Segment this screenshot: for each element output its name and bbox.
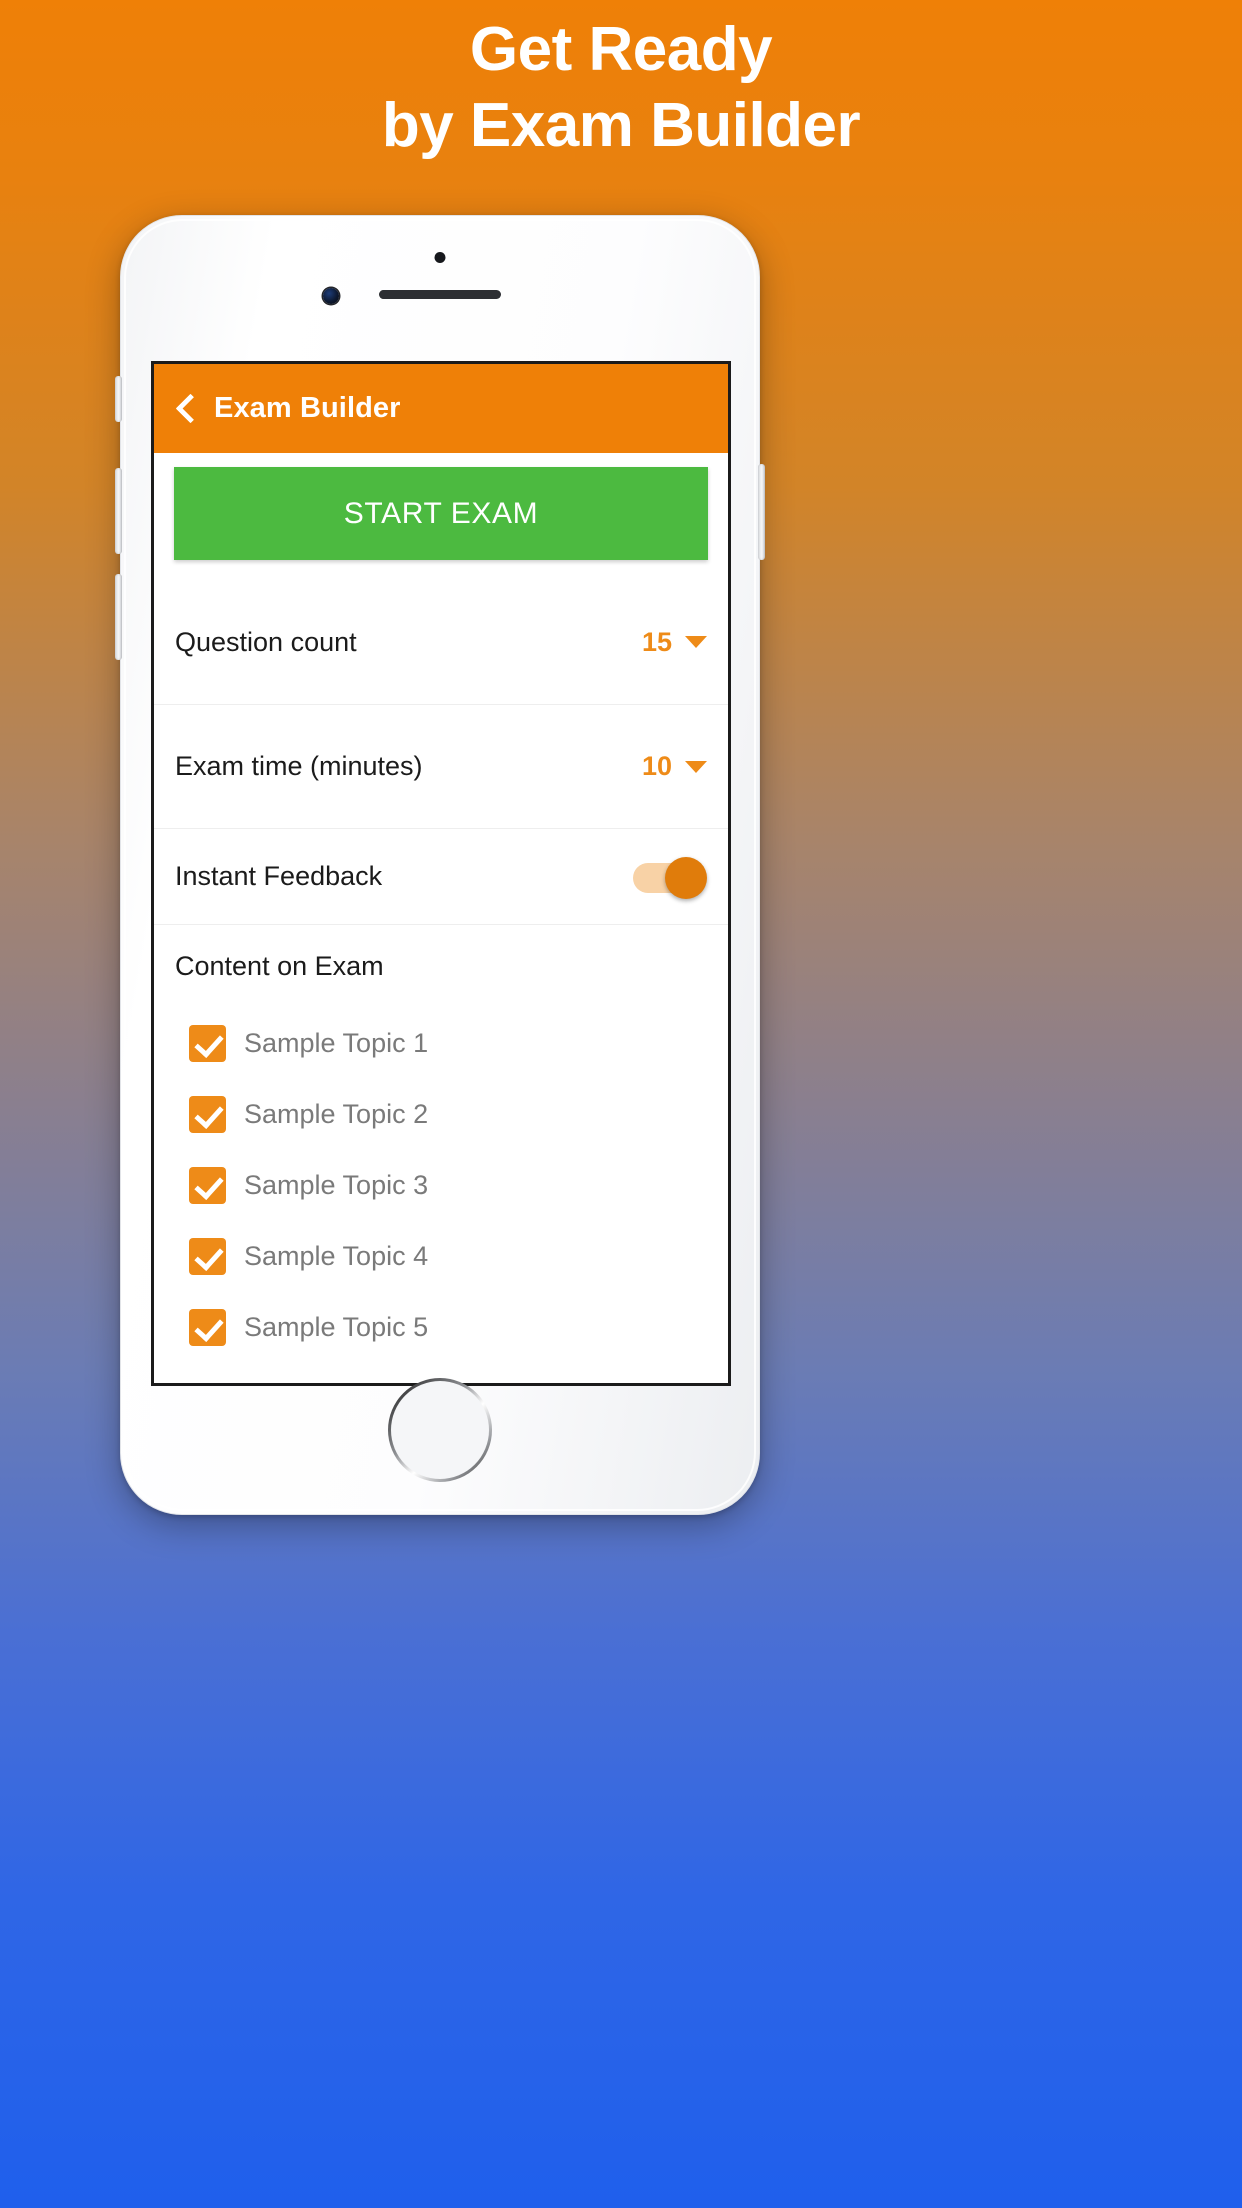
start-exam-container: START EXAM bbox=[154, 453, 728, 580]
instant-feedback-label: Instant Feedback bbox=[175, 861, 383, 891]
checkbox-checked-icon[interactable] bbox=[189, 1238, 226, 1275]
topic-label: Sample Topic 5 bbox=[244, 1312, 429, 1342]
list-item[interactable]: Sample Topic 5 bbox=[175, 1292, 707, 1363]
setting-row-exam-time[interactable]: Exam time (minutes) 10 bbox=[154, 704, 728, 828]
toggle-thumb bbox=[665, 856, 707, 899]
power-button[interactable] bbox=[758, 464, 765, 560]
list-item[interactable]: Sample Topic 1 bbox=[175, 1008, 707, 1079]
checkbox-checked-icon[interactable] bbox=[189, 1025, 226, 1062]
question-count-dropdown[interactable]: 15 bbox=[642, 627, 707, 658]
caret-down-icon bbox=[685, 760, 707, 773]
setting-row-question-count[interactable]: Question count 15 bbox=[154, 580, 728, 704]
proximity-sensor-icon bbox=[434, 252, 446, 263]
start-exam-button[interactable]: START EXAM bbox=[174, 467, 708, 560]
checkbox-checked-icon[interactable] bbox=[189, 1096, 226, 1133]
checkbox-checked-icon[interactable] bbox=[189, 1167, 226, 1204]
caret-down-icon bbox=[685, 636, 707, 648]
phone-mockup: Exam Builder START EXAM Question count 1… bbox=[115, 215, 765, 1515]
headline-line-2: by Exam Builder bbox=[381, 90, 861, 160]
content-on-exam-section: Content on Exam Sample Topic 1 Sample To… bbox=[154, 924, 728, 1363]
exam-time-value: 10 bbox=[641, 751, 672, 781]
exam-time-label: Exam time (minutes) bbox=[175, 751, 423, 781]
app-bar-title: Exam Builder bbox=[214, 392, 401, 424]
promo-headline: Get Ready by Exam Builder bbox=[0, 12, 1242, 163]
speaker-grille-icon bbox=[379, 290, 501, 299]
front-camera-icon bbox=[323, 288, 339, 304]
list-item[interactable]: Sample Topic 3 bbox=[175, 1150, 707, 1221]
instant-feedback-toggle[interactable] bbox=[633, 856, 707, 899]
question-count-value: 15 bbox=[641, 626, 672, 657]
volume-up-button[interactable] bbox=[115, 468, 122, 554]
list-item[interactable]: Sample Topic 2 bbox=[175, 1079, 707, 1150]
phone-screen: Exam Builder START EXAM Question count 1… bbox=[151, 361, 731, 1386]
topic-label: Sample Topic 2 bbox=[244, 1099, 429, 1129]
topic-label: Sample Topic 1 bbox=[244, 1028, 429, 1058]
home-button-icon[interactable] bbox=[388, 1378, 492, 1482]
screen-content: START EXAM Question count 15 Exam time (… bbox=[154, 453, 728, 1383]
setting-row-instant-feedback[interactable]: Instant Feedback bbox=[154, 828, 728, 924]
chevron-left-icon[interactable] bbox=[174, 392, 196, 426]
question-count-label: Question count bbox=[175, 626, 357, 657]
app-bar: Exam Builder bbox=[154, 364, 728, 453]
list-item[interactable]: Sample Topic 4 bbox=[175, 1221, 707, 1292]
silent-switch-button[interactable] bbox=[115, 376, 122, 422]
volume-down-button[interactable] bbox=[115, 574, 122, 660]
topic-label: Sample Topic 3 bbox=[244, 1170, 429, 1200]
exam-time-dropdown[interactable]: 10 bbox=[642, 751, 707, 782]
checkbox-checked-icon[interactable] bbox=[189, 1309, 226, 1346]
topic-label: Sample Topic 4 bbox=[244, 1241, 429, 1271]
content-on-exam-title: Content on Exam bbox=[175, 951, 384, 981]
headline-line-1: Get Ready bbox=[469, 15, 773, 84]
